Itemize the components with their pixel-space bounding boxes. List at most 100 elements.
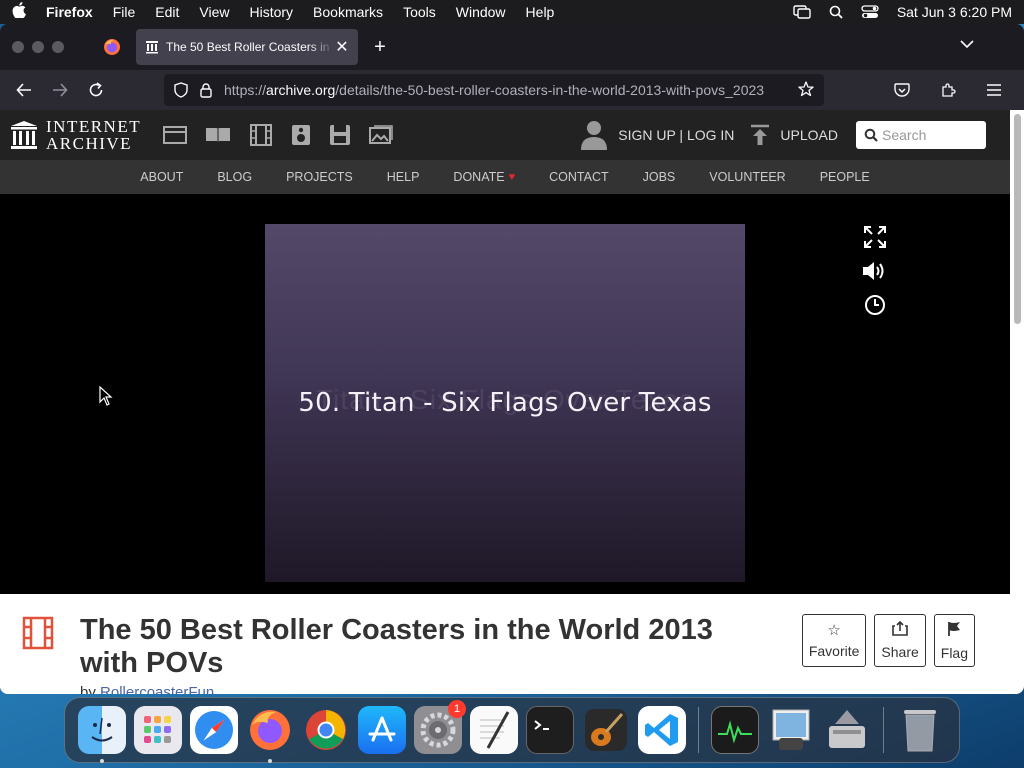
nav-jobs[interactable]: JOBS xyxy=(643,170,676,184)
ia-search-box[interactable] xyxy=(856,121,986,149)
running-indicator xyxy=(268,759,272,763)
menu-window[interactable]: Window xyxy=(456,4,506,20)
dock-system-settings[interactable]: 1 xyxy=(414,700,466,754)
tab-active[interactable]: The 50 Best Roller Coasters in the World… xyxy=(136,29,358,65)
dock-finder[interactable] xyxy=(78,706,126,763)
zoom-window-button[interactable] xyxy=(52,41,64,53)
nav-blog[interactable]: BLOG xyxy=(217,170,252,184)
nav-contact[interactable]: CONTACT xyxy=(549,170,609,184)
dock-chrome[interactable] xyxy=(302,706,350,754)
tab-close-icon[interactable]: ✕ xyxy=(334,37,350,57)
firefox-window: The 50 Best Roller Coasters in the World… xyxy=(0,24,1024,694)
menu-app-name[interactable]: Firefox xyxy=(46,4,93,20)
video-frame[interactable]: Titan - Six Flags Over Texas 50. Titan -… xyxy=(265,224,745,582)
nav-volunteer[interactable]: VOLUNTEER xyxy=(709,170,785,184)
sign-up-log-in-link[interactable]: SIGN UP | LOG IN xyxy=(580,119,734,151)
share-label: Share xyxy=(881,644,919,660)
item-byline: by RollercoasterFun xyxy=(80,684,214,694)
textedit-pen-icon xyxy=(480,711,510,749)
forward-button[interactable] xyxy=(44,74,76,106)
logo-line-internet: INTERNET xyxy=(46,117,142,136)
author-link[interactable]: RollercoasterFun xyxy=(100,684,214,694)
dock-app-store[interactable] xyxy=(358,706,406,754)
web-page-content: INTERNET ARCHIVE SIGN UP | LOG IN UPLOAD… xyxy=(0,110,1010,694)
menu-tools[interactable]: Tools xyxy=(403,4,436,20)
volume-icon[interactable] xyxy=(860,258,890,284)
nav-donate[interactable]: DONATE ♥ xyxy=(453,170,515,184)
pinned-tab-firefox[interactable] xyxy=(94,29,130,65)
dock-garageband[interactable] xyxy=(582,706,630,754)
item-header: The 50 Best Roller Coasters in the World… xyxy=(0,594,1010,694)
spotlight-search-icon[interactable] xyxy=(829,5,843,19)
dock-vscode[interactable] xyxy=(638,706,686,754)
dock-launchpad[interactable] xyxy=(134,706,182,754)
fullscreen-icon[interactable] xyxy=(860,224,890,250)
tab-title: The 50 Best Roller Coasters in the World xyxy=(166,40,334,54)
apple-menu-icon[interactable] xyxy=(12,2,30,22)
menu-bookmarks[interactable]: Bookmarks xyxy=(313,4,383,20)
nav-donate-label: DONATE xyxy=(453,170,505,184)
favorite-button[interactable]: ☆ Favorite xyxy=(801,614,867,667)
disk-utility-icon xyxy=(829,710,865,748)
dock-safari[interactable] xyxy=(190,706,238,754)
dock-utility[interactable] xyxy=(823,706,871,754)
tab-bar: The 50 Best Roller Coasters in the World… xyxy=(0,24,1024,70)
notification-badge: 1 xyxy=(448,700,466,718)
trash-can-icon xyxy=(904,710,936,752)
screen-mirroring-icon[interactable] xyxy=(793,5,811,19)
video-player[interactable]: Titan - Six Flags Over Texas 50. Titan -… xyxy=(0,194,1010,594)
dock-textedit[interactable] xyxy=(470,706,518,754)
reload-button[interactable] xyxy=(80,74,112,106)
app-menu-hamburger-icon[interactable] xyxy=(978,74,1010,106)
menu-history[interactable]: History xyxy=(249,4,293,20)
dock-firefox[interactable] xyxy=(246,706,294,763)
account-link-text: SIGN UP | LOG IN xyxy=(618,127,735,143)
menu-help[interactable]: Help xyxy=(526,4,555,20)
nav-help[interactable]: HELP xyxy=(387,170,420,184)
nav-about[interactable]: ABOUT xyxy=(140,170,183,184)
bookmark-star-icon[interactable] xyxy=(798,80,814,100)
menubar-clock[interactable]: Sat Jun 3 6:20 PM xyxy=(897,4,1012,20)
search-icon xyxy=(864,128,878,142)
ia-logo[interactable]: INTERNET ARCHIVE xyxy=(10,118,141,152)
ia-secondary-nav: ABOUT BLOG PROJECTS HELP DONATE ♥ CONTACT… xyxy=(0,160,1010,194)
url-text[interactable]: https://archive.org/details/the-50-best-… xyxy=(224,82,798,98)
menu-view[interactable]: View xyxy=(199,4,229,20)
share-button[interactable]: Share xyxy=(874,614,926,667)
flag-button[interactable]: Flag xyxy=(933,614,975,667)
back-button[interactable] xyxy=(8,74,40,106)
upload-link[interactable]: UPLOAD xyxy=(750,124,838,146)
dock-preview[interactable] xyxy=(767,706,815,754)
scrollbar-thumb[interactable] xyxy=(1014,114,1021,324)
media-type-icons xyxy=(163,124,393,146)
page-scrollbar[interactable] xyxy=(1010,110,1024,694)
video-film-icon[interactable] xyxy=(249,124,273,146)
tracking-protection-shield-icon[interactable] xyxy=(174,82,188,98)
new-tab-button[interactable]: + xyxy=(366,33,394,61)
padlock-icon[interactable] xyxy=(200,82,212,98)
minimize-window-button[interactable] xyxy=(32,41,44,53)
flag-label: Flag xyxy=(940,644,968,661)
images-picture-icon[interactable] xyxy=(369,125,393,145)
search-input[interactable] xyxy=(882,127,977,143)
nav-projects[interactable]: PROJECTS xyxy=(286,170,353,184)
software-floppy-icon[interactable] xyxy=(329,124,351,146)
player-side-controls xyxy=(860,224,890,318)
texts-book-icon[interactable] xyxy=(205,125,231,145)
url-bar[interactable]: https://archive.org/details/the-50-best-… xyxy=(164,74,824,106)
dock-trash[interactable] xyxy=(896,706,944,754)
control-center-icon[interactable] xyxy=(861,5,879,19)
extensions-puzzle-icon[interactable] xyxy=(932,74,964,106)
close-window-button[interactable] xyxy=(12,41,24,53)
pocket-icon[interactable] xyxy=(886,74,918,106)
dock-terminal[interactable] xyxy=(526,706,574,754)
dock-activity-monitor[interactable] xyxy=(711,706,759,754)
nav-people[interactable]: PEOPLE xyxy=(820,170,870,184)
menu-file[interactable]: File xyxy=(113,4,136,20)
audio-speaker-icon[interactable] xyxy=(291,124,311,146)
timing-clock-icon[interactable] xyxy=(860,292,890,318)
list-all-tabs-chevron-icon[interactable] xyxy=(960,36,974,54)
web-archive-icon[interactable] xyxy=(163,125,188,145)
menu-edit[interactable]: Edit xyxy=(155,4,179,20)
item-actions: ☆ Favorite Share Flag xyxy=(801,614,975,667)
